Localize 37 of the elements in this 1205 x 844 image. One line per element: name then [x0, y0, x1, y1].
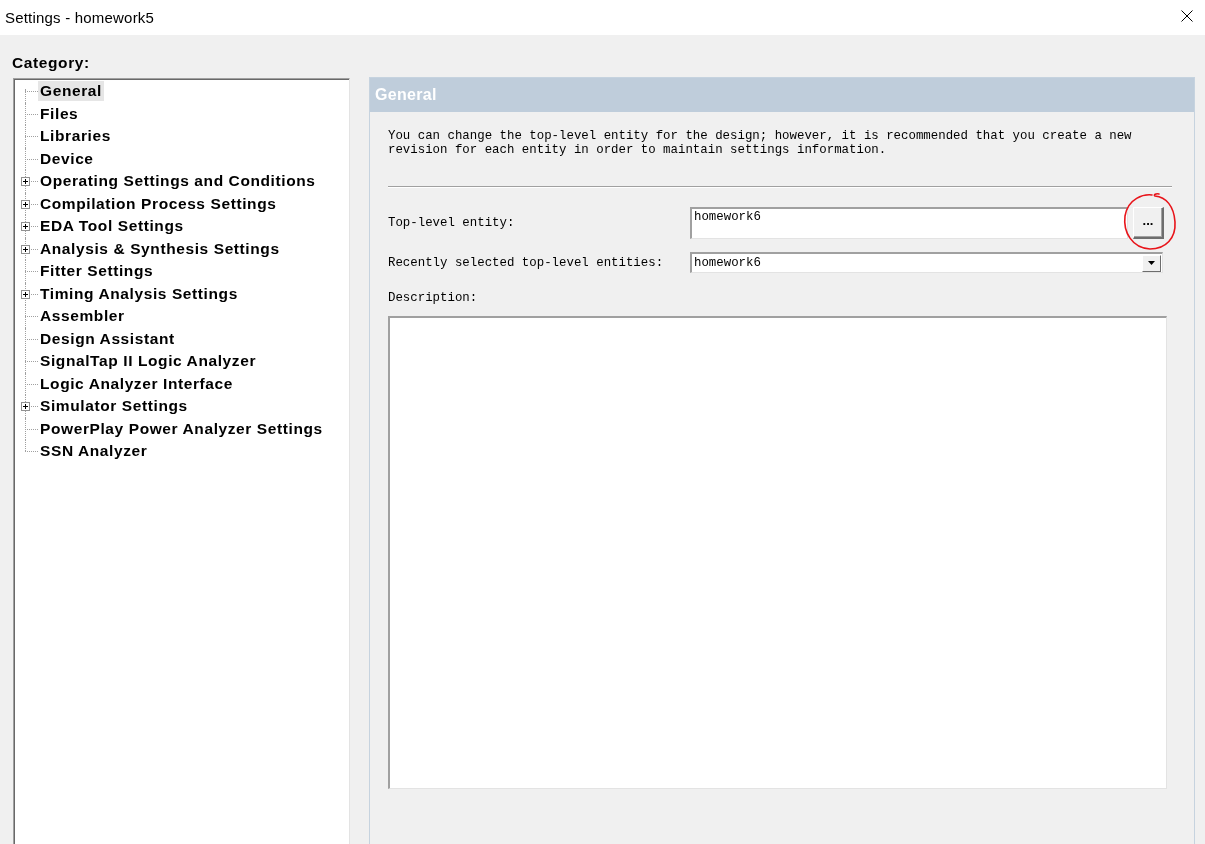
panel-title: General — [370, 78, 1194, 112]
browse-button[interactable]: ... — [1133, 207, 1164, 239]
tree-item[interactable]: PowerPlay Power Analyzer Settings — [38, 418, 325, 439]
close-icon[interactable] — [1181, 10, 1193, 22]
tree-item[interactable]: Timing Analysis Settings — [38, 283, 240, 304]
tree-item[interactable]: EDA Tool Settings — [38, 216, 186, 237]
tree-item[interactable]: Device — [38, 148, 96, 169]
tree-item[interactable]: Design Assistant — [38, 328, 177, 349]
tree-item[interactable]: Analysis & Synthesis Settings — [38, 238, 282, 259]
field-label: Recently selected top-level entities: — [388, 255, 665, 270]
tree-item[interactable]: Simulator Settings — [38, 396, 190, 417]
tree-item[interactable]: Files — [38, 103, 81, 124]
field-label: Description: — [388, 291, 478, 305]
window-title: Settings - homework5 — [5, 8, 155, 27]
tree-item[interactable]: General — [38, 81, 104, 102]
entity-dropdown[interactable]: homework6 — [690, 252, 1163, 273]
field-label: Top-level entity: — [388, 216, 516, 230]
description-text: You can change the top-level entity for the design; however, it is recommended that you create a new revision for each entity in order to maintain settings information. — [388, 129, 1133, 157]
tree-item[interactable]: Logic Analyzer Interface — [38, 373, 235, 394]
expand-icon[interactable] — [21, 402, 30, 412]
category-label: Category: — [12, 54, 90, 72]
dropdown-button[interactable] — [1142, 254, 1161, 272]
expand-icon[interactable] — [21, 177, 30, 187]
tree-item[interactable]: Operating Settings and Conditions — [38, 171, 318, 192]
tree-item[interactable]: Compilation Process Settings — [38, 193, 279, 214]
expand-icon[interactable] — [21, 199, 30, 209]
expand-icon[interactable] — [21, 244, 30, 254]
expand-icon[interactable] — [21, 289, 30, 299]
tree-item[interactable]: SignalTap II Logic Analyzer — [38, 351, 258, 372]
expand-icon[interactable] — [21, 222, 30, 232]
tree-item[interactable]: Fitter Settings — [38, 261, 156, 282]
caret-down-icon — [1148, 261, 1155, 265]
description-field[interactable] — [388, 316, 1167, 789]
entity-field[interactable]: homework6 — [690, 207, 1128, 239]
tree-item[interactable]: SSN Analyzer — [38, 441, 150, 462]
tree-item[interactable]: Assembler — [38, 306, 127, 327]
tree-item[interactable]: Libraries — [38, 126, 113, 147]
